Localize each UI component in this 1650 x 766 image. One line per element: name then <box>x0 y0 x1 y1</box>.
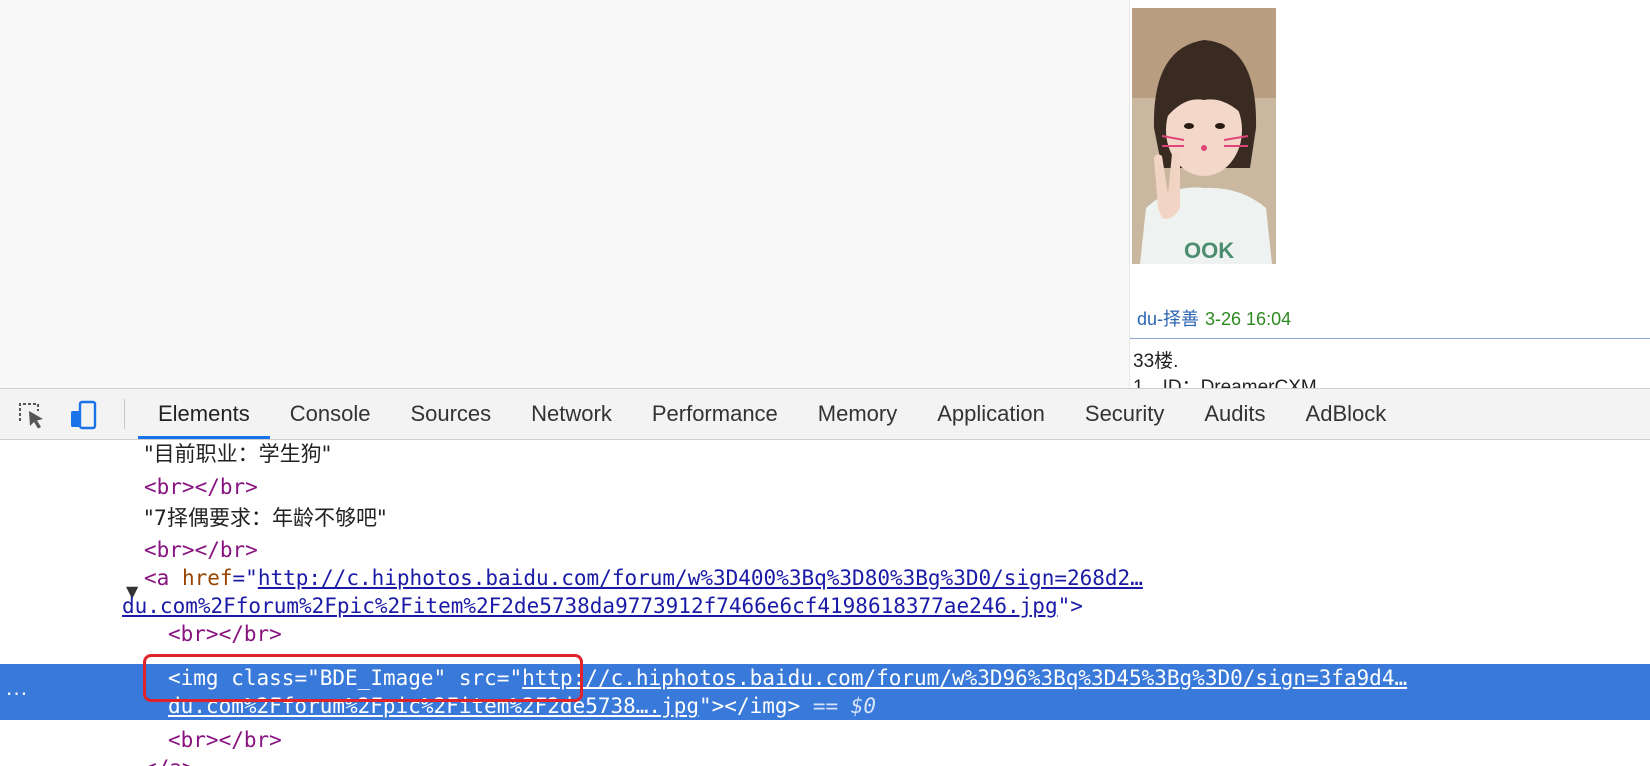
br-close-tag: </br> <box>218 622 282 646</box>
br-open-tag: <br> <box>144 475 195 499</box>
br-close-tag: </br> <box>194 475 258 499</box>
tab-audits[interactable]: Audits <box>1184 389 1285 439</box>
post-timestamp: 3-26 16:04 <box>1205 309 1292 329</box>
more-options-icon[interactable]: ... <box>6 676 28 700</box>
tab-console[interactable]: Console <box>270 389 391 439</box>
page-blank-area <box>0 0 1129 388</box>
dom-br-node[interactable]: <br></br> <box>168 620 282 648</box>
br-open-tag: <br> <box>168 728 219 752</box>
annotation-red-box <box>143 654 583 702</box>
a-open-tag: <a <box>144 566 170 590</box>
devtools-toolbar: Elements Console Sources Network Perform… <box>0 388 1650 440</box>
attr-eq-quote: =" <box>232 566 258 590</box>
tab-security[interactable]: Security <box>1065 389 1184 439</box>
post-id-line: 1、ID：DreamerCXM <box>1133 377 1317 388</box>
dom-br-node[interactable]: <br></br> <box>144 473 258 501</box>
forum-post-column: OOK du-择善 3-26 16:04 33楼. 1、ID：DreamerCXM <box>1129 0 1650 388</box>
post-floor-number: 33楼. <box>1133 351 1179 372</box>
href-attr-name: href <box>181 566 233 590</box>
dom-a-node-continued[interactable]: du.com%2Fforum%2Fpic%2Fitem%2F2de5738da9… <box>122 592 1083 620</box>
selected-node-marker: == $0 <box>812 694 877 718</box>
attr-close-quote: "> <box>1057 594 1083 618</box>
href-link[interactable]: http://c.hiphotos.baidu.com/forum/w%3D40… <box>258 566 1143 590</box>
dom-br-node[interactable]: <br></br> <box>168 726 282 754</box>
inspect-element-icon[interactable] <box>16 399 48 431</box>
br-open-tag: <br> <box>144 538 195 562</box>
post-author-line: du-择善 3-26 16:04 <box>1137 305 1291 331</box>
a-close-tag: </a> <box>144 756 195 766</box>
dom-a-close-node[interactable]: </a> <box>144 754 195 766</box>
elements-dom-tree: "目前职业：学生狗" <br></br> "7择偶要求：年龄不够吧" <br><… <box>0 440 1650 766</box>
devtools-tab-strip: Elements Console Sources Network Perform… <box>138 389 1406 439</box>
tab-elements[interactable]: Elements <box>138 389 270 439</box>
br-close-tag: </br> <box>194 538 258 562</box>
dom-a-node[interactable]: <a href="http://c.hiphotos.baidu.com/for… <box>144 564 1143 592</box>
img-close-tag: "></img> <box>699 694 801 718</box>
post-divider <box>1130 338 1650 339</box>
tab-adblock[interactable]: AdBlock <box>1286 389 1407 439</box>
toolbar-separator <box>124 399 125 429</box>
href-link-continued[interactable]: du.com%2Fforum%2Fpic%2Fitem%2F2de5738da9… <box>122 594 1058 618</box>
tab-network[interactable]: Network <box>511 389 632 439</box>
tab-application[interactable]: Application <box>917 389 1065 439</box>
src-link[interactable]: http://c.hiphotos.baidu.com/forum/w%3D96… <box>522 666 1407 690</box>
page-viewport: OOK du-择善 3-26 16:04 33楼. 1、ID：DreamerCXM <box>0 0 1650 388</box>
svg-text:OOK: OOK <box>1184 238 1234 263</box>
dom-text-node[interactable]: "7择偶要求：年龄不够吧" <box>144 504 387 532</box>
post-author-name[interactable]: du-择善 <box>1137 309 1199 329</box>
tab-memory[interactable]: Memory <box>798 389 917 439</box>
tab-sources[interactable]: Sources <box>390 389 511 439</box>
tab-performance[interactable]: Performance <box>632 389 798 439</box>
dom-text-node[interactable]: "目前职业：学生狗" <box>144 440 331 468</box>
dom-br-node[interactable]: <br></br> <box>144 536 258 564</box>
device-toolbar-icon[interactable] <box>68 399 100 431</box>
post-photo[interactable]: OOK <box>1132 8 1276 264</box>
br-open-tag: <br> <box>168 622 219 646</box>
br-close-tag: </br> <box>218 728 282 752</box>
